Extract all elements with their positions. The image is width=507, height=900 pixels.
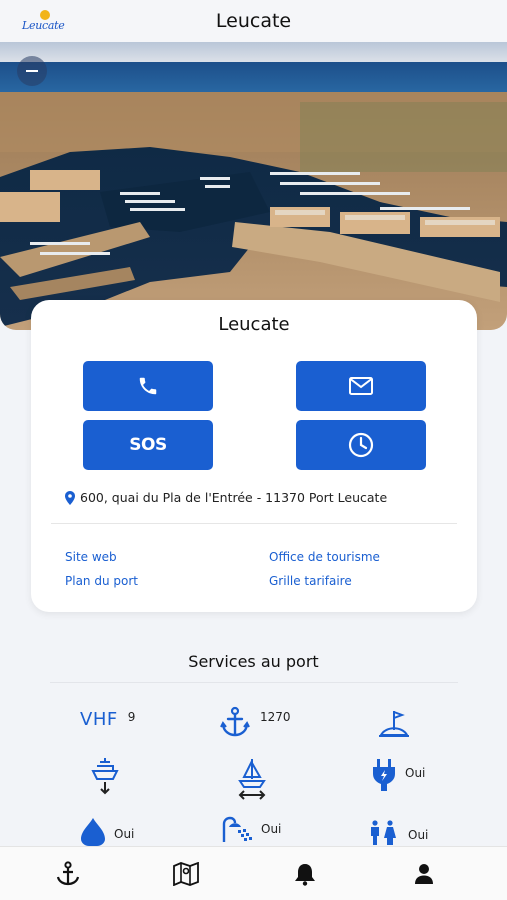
top-bar: Leucate Leucate xyxy=(0,0,507,42)
sos-button[interactable]: SOS xyxy=(83,420,213,470)
bottom-tab-bar xyxy=(0,846,507,900)
mail-icon xyxy=(349,377,373,395)
vhf-label: VHF xyxy=(80,709,118,730)
port-photo xyxy=(0,42,507,330)
berth-length-service xyxy=(236,757,268,801)
port-info-card: Leucate SOS 600, quai du Pla de l'Entrée… xyxy=(31,300,477,612)
vhf-service: VHF 9 xyxy=(80,709,135,730)
toilets-icon xyxy=(371,820,396,845)
sailboat-length-icon xyxy=(238,759,266,800)
vhf-channel: 9 xyxy=(127,709,136,724)
showers-service: Oui xyxy=(221,816,281,844)
shower-icon xyxy=(222,816,252,842)
rates-link[interactable]: Grille tarifaire xyxy=(269,574,352,588)
port-name: Leucate xyxy=(218,314,290,335)
slipway-service xyxy=(378,708,410,738)
port-plan-link[interactable]: Plan du port xyxy=(65,574,138,588)
clock-icon xyxy=(348,432,374,458)
phone-icon xyxy=(139,377,157,395)
tab-map[interactable] xyxy=(173,861,199,887)
services-title: Services au port xyxy=(188,652,319,671)
back-arrow-icon xyxy=(26,70,38,72)
anchor-icon xyxy=(56,861,80,886)
bell-icon xyxy=(295,864,315,886)
anchor-icon xyxy=(220,706,250,737)
tab-port[interactable] xyxy=(55,861,81,887)
opening-hours-button[interactable] xyxy=(296,420,426,470)
page-title: Leucate xyxy=(215,10,292,32)
user-icon xyxy=(415,864,433,884)
website-link[interactable]: Site web xyxy=(65,550,117,564)
showers-value: Oui xyxy=(261,822,282,836)
back-button[interactable] xyxy=(17,56,47,86)
electricity-value: Oui xyxy=(405,766,426,780)
tab-notifications[interactable] xyxy=(292,861,318,887)
moorings-count: 1270 xyxy=(260,710,291,724)
email-button[interactable] xyxy=(296,361,426,411)
call-button[interactable] xyxy=(83,361,213,411)
toilets-value: Oui xyxy=(408,828,429,842)
toilets-service: Oui xyxy=(368,820,428,846)
address-text: 600, quai du Pla de l'Entrée - 11370 Por… xyxy=(80,490,388,505)
tourism-office-link[interactable]: Office de tourisme xyxy=(269,550,380,564)
electric-plug-icon xyxy=(373,759,395,791)
divider xyxy=(51,523,457,524)
electricity-service: Oui xyxy=(371,757,425,793)
port-address: 600, quai du Pla de l'Entrée - 11370 Por… xyxy=(65,490,387,505)
boat-lift-icon xyxy=(91,758,119,795)
moorings-service: 1270 xyxy=(220,706,291,738)
lifting-service xyxy=(89,756,121,796)
location-pin-icon xyxy=(65,490,75,505)
tab-profile[interactable] xyxy=(411,861,437,887)
sos-label: SOS xyxy=(129,435,167,455)
services-divider xyxy=(50,682,458,683)
fuel-drop-icon xyxy=(81,818,105,846)
map-icon xyxy=(173,862,199,886)
fuel-value: Oui xyxy=(114,827,135,841)
beach-flag-icon xyxy=(379,711,409,737)
fuel-service: Oui xyxy=(80,817,134,847)
